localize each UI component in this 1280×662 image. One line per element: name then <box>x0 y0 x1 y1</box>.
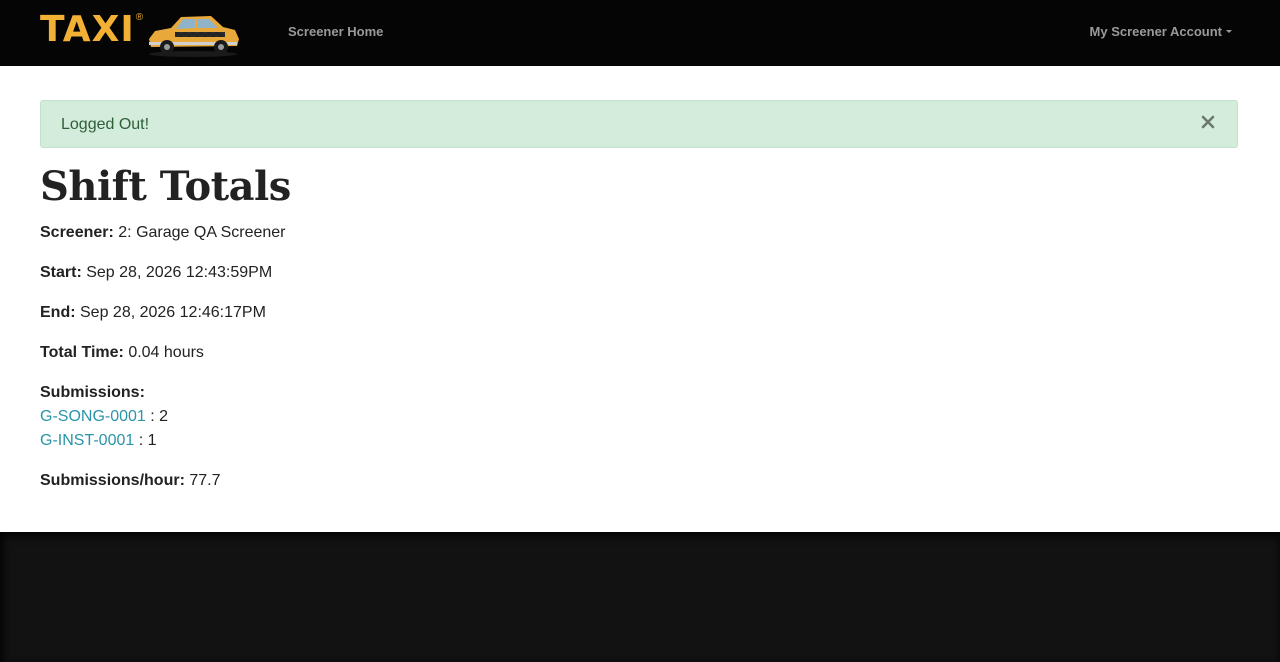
brand-logo-link[interactable]: TAXI ® <box>40 8 264 58</box>
end-value: Sep 28, 2026 12:46:17PM <box>80 304 266 321</box>
taxi-cab-icon <box>149 16 240 57</box>
start-field: Start: Sep 28, 2026 12:43:59PM <box>40 264 272 282</box>
brand-registered-mark: ® <box>135 11 144 23</box>
alert-message: Logged Out! <box>61 116 150 133</box>
submission-separator: : <box>145 408 160 425</box>
total-time-field: Total Time: 0.04 hours <box>40 344 204 362</box>
end-field: End: Sep 28, 2026 12:46:17PM <box>40 304 266 322</box>
brand-logo-text: TAXI <box>40 9 135 50</box>
close-icon[interactable] <box>1199 113 1217 131</box>
submissions-label: Submissions: <box>40 384 145 401</box>
account-dropdown[interactable]: My Screener Account <box>1090 24 1232 39</box>
rate-value: 77.7 <box>189 472 221 489</box>
total-time-label: Total Time: <box>40 344 124 361</box>
start-value: Sep 28, 2026 12:43:59PM <box>86 264 273 281</box>
total-time-value: 0.04 hours <box>128 344 204 361</box>
submission-link-inst[interactable]: G-INST-0001 <box>40 432 134 449</box>
end-label: End: <box>40 304 76 321</box>
screener-label: Screener: <box>40 224 114 241</box>
top-navbar: TAXI ® Screener Home My Screener Account <box>0 0 1280 66</box>
screener-field: Screener: 2: Garage QA Screener <box>40 224 285 242</box>
submission-separator: : <box>134 432 148 449</box>
main-content: Logged Out! Shift Totals Screener: 2: Ga… <box>0 66 1280 532</box>
screener-home-link[interactable]: Screener Home <box>288 24 383 39</box>
list-item: G-SONG-0001 : 2 <box>40 408 168 426</box>
page-title: Shift Totals <box>40 163 291 210</box>
submission-link-song[interactable]: G-SONG-0001 <box>40 408 146 425</box>
submission-count: 1 <box>147 432 157 449</box>
submission-count: 2 <box>159 408 169 425</box>
start-label: Start: <box>40 264 82 281</box>
logout-alert: Logged Out! <box>40 100 1238 148</box>
account-dropdown-label: My Screener Account <box>1089 24 1222 39</box>
submissions-heading: Submissions: <box>40 384 145 402</box>
rate-field: Submissions/hour: 77.7 <box>40 472 221 490</box>
page-footer <box>0 532 1280 662</box>
caret-down-icon <box>1226 30 1232 33</box>
list-item: G-INST-0001 : 1 <box>40 432 157 450</box>
rate-label: Submissions/hour: <box>40 472 185 489</box>
screener-value: 2: Garage QA Screener <box>118 224 286 241</box>
